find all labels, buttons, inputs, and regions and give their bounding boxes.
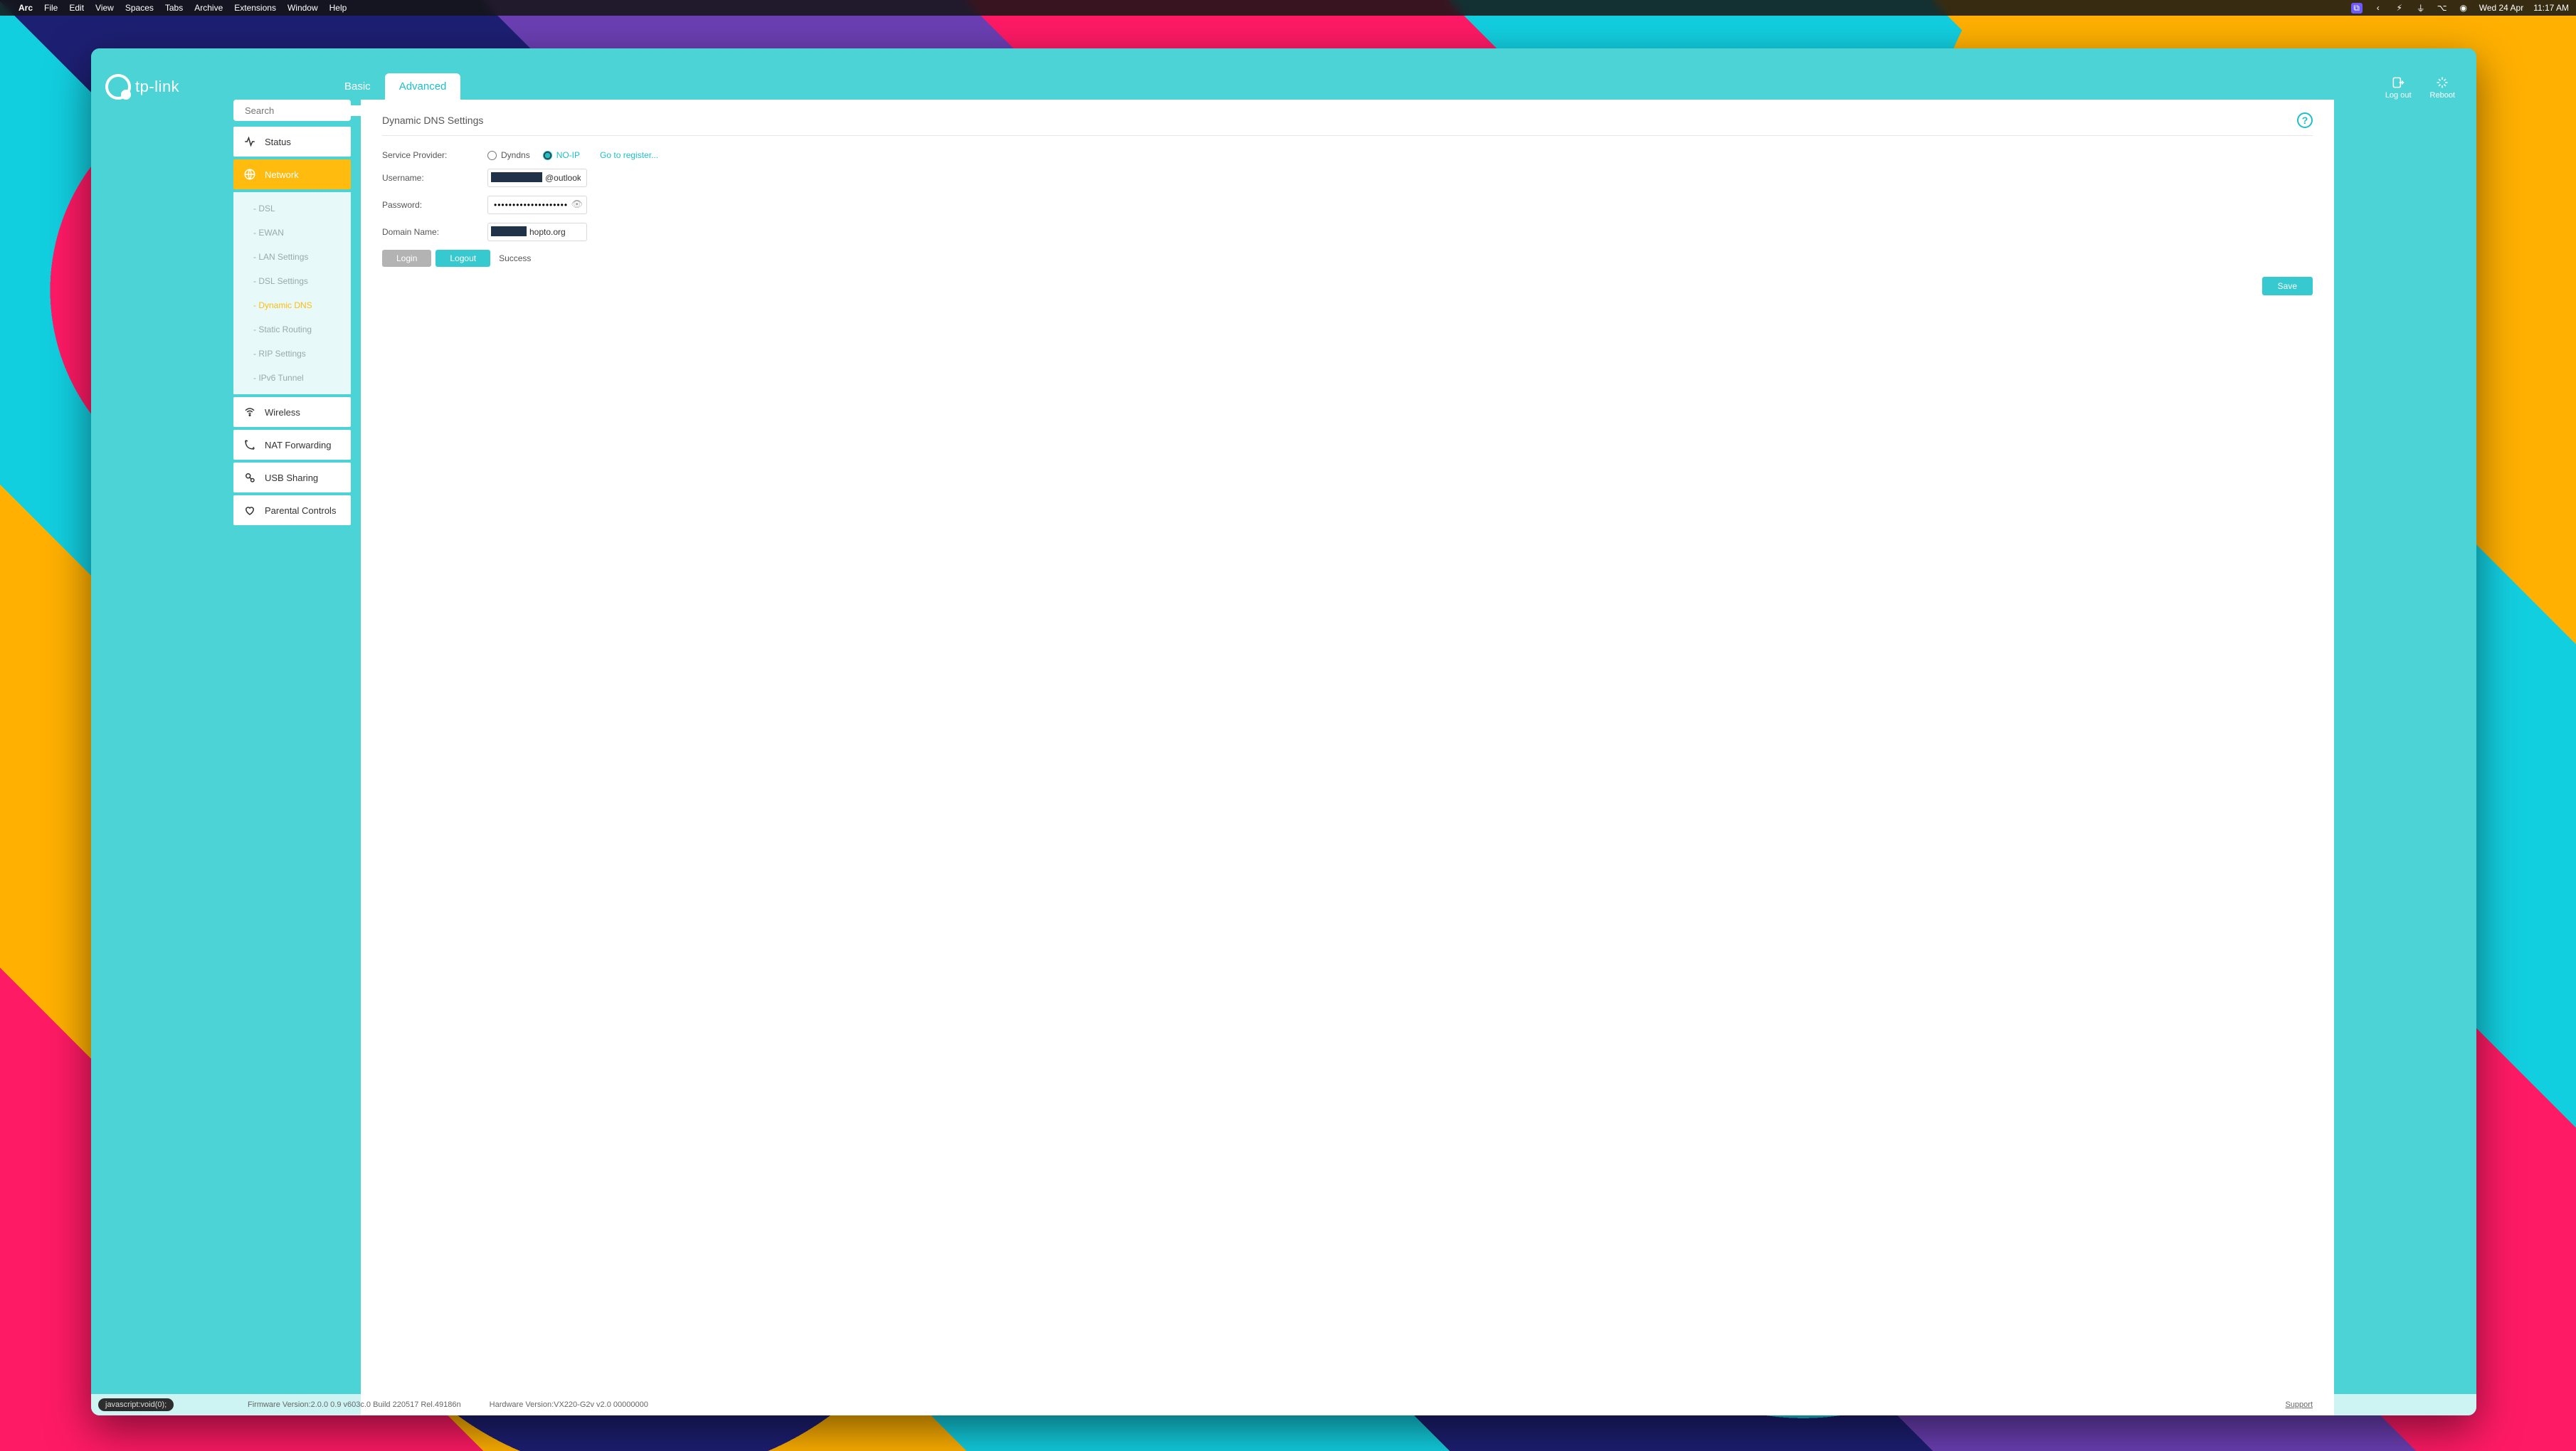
tplink-logo-text: tp-link (135, 78, 179, 96)
logout-icon (2391, 75, 2405, 90)
menu-help[interactable]: Help (329, 3, 347, 13)
sidebar-item-label: Parental Controls (265, 505, 336, 516)
menubar-date[interactable]: Wed 24 Apr (2479, 3, 2523, 13)
radio-dyndns-input[interactable] (487, 151, 497, 160)
login-button[interactable]: Login (382, 250, 431, 267)
menu-view[interactable]: View (95, 3, 114, 13)
save-button[interactable]: Save (2262, 277, 2313, 295)
help-button[interactable]: ? (2297, 112, 2313, 128)
sidebar-item-network[interactable]: Network (233, 159, 351, 189)
search-box[interactable] (233, 100, 351, 121)
tplink-logo: tp-link (91, 74, 233, 100)
logout-ddns-button[interactable]: Logout (436, 250, 490, 267)
menu-archive[interactable]: Archive (194, 3, 223, 13)
menu-spaces[interactable]: Spaces (125, 3, 154, 13)
sidebar-item-status[interactable]: Status (233, 127, 351, 157)
menu-extensions[interactable]: Extensions (234, 3, 276, 13)
main-panel: Dynamic DNS Settings ? Service Provider:… (361, 100, 2334, 1415)
radio-noip-label: NO-IP (556, 150, 580, 160)
reboot-label: Reboot (2430, 91, 2455, 100)
sidebar-item-label: Wireless (265, 407, 300, 418)
sub-item-lan-settings[interactable]: - LAN Settings (233, 245, 351, 269)
sidebar-item-wireless[interactable]: Wireless (233, 397, 351, 427)
eye-icon[interactable]: 👁 (571, 199, 583, 210)
panel-title: Dynamic DNS Settings (382, 115, 483, 126)
sub-item-dsl-settings[interactable]: - DSL Settings (233, 269, 351, 293)
wifi-icon[interactable]: ⏚ (2415, 2, 2427, 14)
sidebar-item-nat[interactable]: NAT Forwarding (233, 430, 351, 460)
ddns-status: Success (499, 253, 531, 263)
menu-tabs[interactable]: Tabs (165, 3, 183, 13)
sidebar-item-label: Status (265, 137, 291, 147)
sidebar-item-label: USB Sharing (265, 473, 318, 483)
username-label: Username: (382, 173, 487, 183)
sub-item-rip-settings[interactable]: - RIP Settings (233, 342, 351, 366)
radio-noip-input[interactable] (543, 151, 552, 160)
tray-icon[interactable]: ⌥ (2437, 3, 2448, 13)
radio-noip[interactable]: NO-IP (543, 150, 580, 160)
app-name[interactable]: Arc (19, 3, 33, 13)
support-link[interactable]: Support (2285, 1400, 2313, 1409)
sidebar-item-label: Network (265, 169, 299, 180)
tplink-logo-icon (105, 74, 131, 100)
nat-icon (243, 438, 256, 451)
sidebar-item-usb[interactable]: USB Sharing (233, 463, 351, 492)
sub-item-ewan[interactable]: - EWAN (233, 221, 351, 245)
tab-advanced[interactable]: Advanced (385, 73, 461, 100)
network-submenu: - DSL - EWAN - LAN Settings - DSL Settin… (233, 192, 351, 394)
logout-button[interactable]: Log out (2385, 75, 2412, 100)
domain-label: Domain Name: (382, 227, 487, 237)
radio-dyndns-label: Dyndns (501, 150, 530, 160)
sidebar: Status Network - DSL - EWAN - LAN Settin… (233, 100, 351, 1415)
screencast-icon[interactable]: ⧉ (2351, 3, 2363, 14)
register-link[interactable]: Go to register... (600, 150, 658, 160)
radio-dyndns[interactable]: Dyndns (487, 150, 530, 160)
battery-icon[interactable]: ⚡︎ (2394, 3, 2405, 13)
hardware-version: Hardware Version:VX220-G2v v2.0 00000000 (490, 1400, 648, 1409)
status-bar-url: javascript:void(0); (98, 1398, 174, 1411)
parental-icon (243, 504, 256, 517)
password-label: Password: (382, 200, 487, 210)
sidebar-item-parental[interactable]: Parental Controls (233, 495, 351, 525)
search-input[interactable] (245, 105, 370, 116)
menu-window[interactable]: Window (287, 3, 318, 13)
router-footer: Firmware Version:2.0.0 0.9 v603c.0 Build… (91, 1394, 2476, 1415)
browser-window: tp-link Basic Advanced Log out Reboot (91, 48, 2476, 1415)
sub-item-static-routing[interactable]: - Static Routing (233, 317, 351, 342)
sidebar-item-label: NAT Forwarding (265, 440, 331, 450)
macos-menu-bar: Arc File Edit View Spaces Tabs Archive E… (0, 0, 2576, 16)
wireless-icon (243, 406, 256, 418)
logout-label: Log out (2385, 91, 2412, 100)
service-provider-label: Service Provider: (382, 150, 487, 160)
globe-icon[interactable]: ◉ (2458, 3, 2469, 13)
usb-icon (243, 471, 256, 484)
username-input[interactable] (487, 169, 587, 187)
menu-edit[interactable]: Edit (69, 3, 84, 13)
reboot-button[interactable]: Reboot (2430, 75, 2455, 100)
reboot-icon (2435, 75, 2449, 90)
menu-file[interactable]: File (44, 3, 58, 13)
tab-basic[interactable]: Basic (330, 73, 385, 100)
firmware-version: Firmware Version:2.0.0 0.9 v603c.0 Build… (248, 1400, 461, 1409)
sub-item-ipv6-tunnel[interactable]: - IPv6 Tunnel (233, 366, 351, 390)
network-icon (243, 168, 256, 181)
status-icon (243, 135, 256, 148)
router-header: tp-link Basic Advanced Log out Reboot (91, 48, 2476, 100)
domain-input[interactable] (487, 223, 587, 241)
menubar-time[interactable]: 11:17 AM (2533, 3, 2569, 13)
sub-item-dsl[interactable]: - DSL (233, 196, 351, 221)
sub-item-dynamic-dns[interactable]: - Dynamic DNS (233, 293, 351, 317)
chevron-left-icon[interactable]: ‹ (2372, 3, 2384, 13)
